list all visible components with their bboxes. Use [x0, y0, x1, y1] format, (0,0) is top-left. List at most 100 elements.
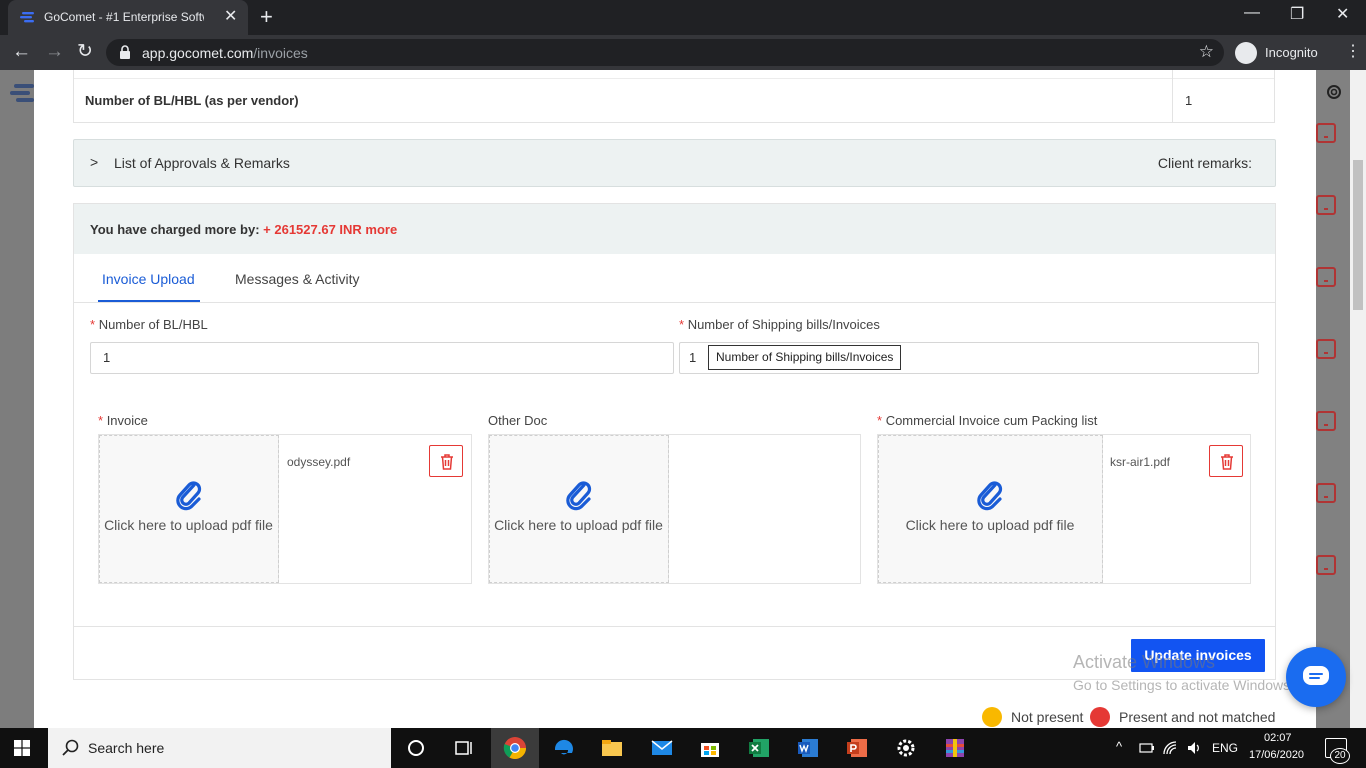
activation-watermark-subtitle: Go to Settings to activate Windows. — [1073, 677, 1294, 693]
mail-icon[interactable] — [650, 736, 674, 760]
excel-icon[interactable] — [747, 736, 771, 760]
panel-tabs: Invoice Upload Messages & Activity — [74, 254, 1275, 303]
browser-toolbar: ← → ↻ app.gocomet.com/invoices ☆ — [0, 35, 1366, 70]
incognito-icon — [1235, 42, 1257, 64]
settings-icon[interactable] — [894, 736, 918, 760]
maximize-icon[interactable]: ❐ — [1290, 4, 1304, 24]
vendor-bl-value: 1 — [1185, 93, 1193, 108]
shipping-field-label-text: Number of Shipping bills/Invoices — [687, 317, 880, 332]
approvals-accordion[interactable]: > List of Approvals & Remarks Client rem… — [73, 139, 1276, 187]
browser-menu-icon[interactable]: ⋮ — [1345, 41, 1361, 61]
required-mark: * — [877, 413, 883, 428]
tray-expand-icon[interactable]: ^ — [1116, 739, 1122, 754]
powerpoint-icon[interactable] — [845, 736, 869, 760]
download-doc-icon — [1316, 483, 1336, 503]
invoice-file-name[interactable]: odyssey.pdf — [287, 455, 350, 469]
url-domain: app.gocomet.com — [142, 45, 254, 61]
vendor-summary-table: Number of BL/HBL (as per vendor) 1 — [73, 70, 1275, 123]
chat-bubble-icon — [1303, 666, 1329, 685]
tab-invoice-upload[interactable]: Invoice Upload — [102, 271, 195, 287]
packing-list-upload-group: Click here to upload pdf file ksr-air1.p… — [877, 434, 1251, 584]
taskbar-search[interactable]: Search here — [48, 728, 391, 768]
tab-close-icon[interactable]: ✕ — [224, 8, 237, 26]
browser-tab[interactable]: GoComet - #1 Enterprise Software ✕ — [8, 0, 248, 35]
legend-present-not-matched: Present and not matched — [1090, 706, 1290, 728]
url-path: /invoices — [253, 45, 308, 61]
clock-date[interactable]: 17/06/2020 — [1249, 749, 1304, 761]
legend-present-not-matched-label: Present and not matched — [1119, 709, 1276, 725]
invoice-upload-label-text: Invoice — [106, 413, 148, 428]
required-mark: * — [90, 317, 96, 332]
bookmark-star-icon[interactable]: ☆ — [1199, 42, 1214, 62]
taskbar-search-placeholder: Search here — [88, 740, 165, 756]
clock-time[interactable]: 02:07 — [1264, 732, 1292, 744]
bl-field-label-text: Number of BL/HBL — [98, 317, 208, 332]
tab-messages-activity[interactable]: Messages & Activity — [235, 271, 360, 287]
chat-support-button[interactable] — [1286, 647, 1346, 707]
incognito-label: Incognito — [1265, 45, 1318, 60]
required-mark: * — [679, 317, 685, 332]
trash-icon — [441, 454, 453, 470]
tab-title: GoComet - #1 Enterprise Software — [44, 10, 204, 24]
edge-icon[interactable] — [552, 736, 576, 760]
word-icon[interactable] — [796, 736, 820, 760]
volume-icon[interactable] — [1186, 740, 1202, 756]
delete-invoice-button[interactable] — [429, 445, 463, 477]
paperclip-icon — [176, 481, 202, 511]
overcharge-banner: You have charged more by: + 261527.67 IN… — [74, 204, 1275, 254]
packing-list-drop-zone[interactable]: Click here to upload pdf file — [878, 435, 1103, 583]
table-divider — [74, 78, 1274, 79]
address-bar[interactable]: app.gocomet.com/invoices ☆ — [106, 39, 1224, 66]
delete-packing-list-button[interactable] — [1209, 445, 1243, 477]
store-icon[interactable] — [698, 736, 722, 760]
reload-icon[interactable]: ↻ — [77, 42, 93, 62]
other-doc-upload-group: Click here to upload pdf file — [488, 434, 861, 584]
bl-number-input[interactable]: 1 — [90, 342, 674, 374]
other-doc-label: Other Doc — [488, 413, 548, 428]
battery-icon[interactable] — [1139, 742, 1155, 754]
search-icon — [62, 739, 79, 756]
window-close-icon[interactable]: ✕ — [1336, 4, 1349, 24]
other-doc-drop-zone[interactable]: Click here to upload pdf file — [489, 435, 669, 583]
overcharge-prefix: You have charged more by: — [90, 222, 260, 237]
shipping-field-label: * Number of Shipping bills/Invoices — [679, 317, 880, 332]
app-logo-icon — [10, 84, 34, 102]
packing-list-label: * Commercial Invoice cum Packing list — [877, 413, 1097, 428]
language-indicator[interactable]: ENG — [1212, 741, 1238, 755]
forward-icon[interactable]: → — [45, 42, 64, 62]
table-column-divider — [1172, 70, 1173, 122]
bl-number-value: 1 — [103, 350, 111, 365]
shipping-bills-tooltip: Number of Shipping bills/Invoices — [708, 345, 902, 370]
file-explorer-icon[interactable] — [600, 736, 624, 760]
windows-taskbar: Search here ^ ENG 02:07 17/06/2020 20 — [0, 728, 1366, 768]
invoice-drop-zone[interactable]: Click here to upload pdf file — [99, 435, 279, 583]
minimize-icon[interactable]: — — [1244, 4, 1260, 22]
chrome-icon[interactable] — [503, 736, 527, 760]
page-scrollbar[interactable] — [1350, 70, 1366, 728]
gocomet-favicon-icon — [20, 12, 34, 23]
cortana-icon[interactable] — [404, 736, 428, 760]
shipping-bills-input[interactable]: 1 Number of Shipping bills/Invoices — [679, 342, 1259, 374]
wifi-icon[interactable] — [1162, 740, 1178, 756]
invoice-upload-prompt: Click here to upload pdf file — [104, 517, 273, 533]
windows-start-icon[interactable] — [14, 740, 30, 756]
winrar-icon[interactable] — [943, 736, 967, 760]
scrollbar-thumb[interactable] — [1353, 160, 1363, 310]
shipping-bills-value: 1 — [689, 350, 697, 365]
back-icon[interactable]: ← — [12, 42, 31, 62]
new-tab-icon[interactable]: + — [260, 5, 273, 29]
overcharge-amount: + 261527.67 INR more — [263, 222, 398, 237]
url-text: app.gocomet.com/invoices — [142, 45, 308, 61]
download-doc-icon — [1316, 267, 1336, 287]
active-tab-indicator — [98, 300, 200, 302]
download-doc-icon — [1316, 411, 1336, 431]
packing-list-file-name[interactable]: ksr-air1.pdf — [1110, 455, 1170, 469]
red-dot-icon — [1090, 707, 1110, 727]
vendor-bl-label: Number of BL/HBL (as per vendor) — [85, 93, 299, 108]
yellow-dot-icon — [982, 707, 1002, 727]
client-remarks-label: Client remarks: — [1157, 155, 1252, 171]
task-view-icon[interactable] — [452, 736, 476, 760]
invoice-modal: Number of BL/HBL (as per vendor) 1 > Lis… — [34, 70, 1316, 728]
overcharge-text: You have charged more by: + 261527.67 IN… — [90, 222, 397, 237]
panel-footer-divider — [74, 626, 1275, 627]
